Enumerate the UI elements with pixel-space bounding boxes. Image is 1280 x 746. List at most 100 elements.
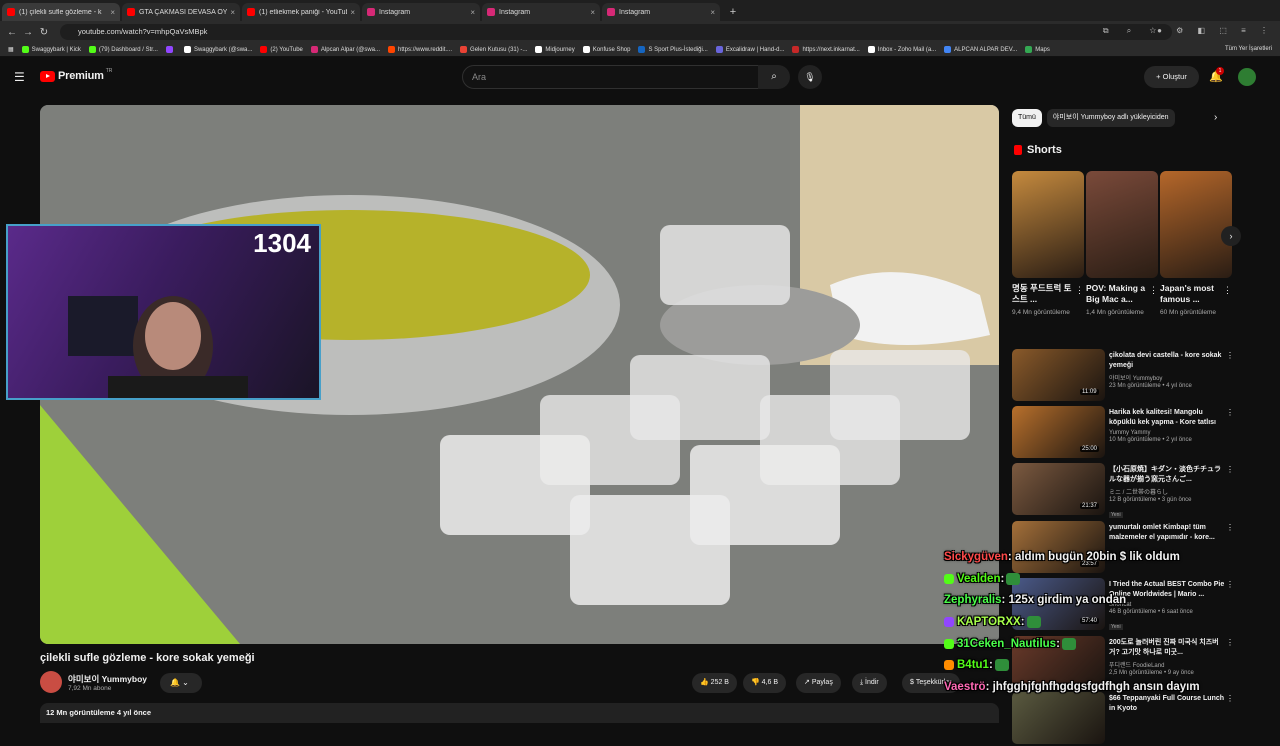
- close-icon[interactable]: ×: [590, 8, 595, 17]
- close-icon[interactable]: ×: [110, 8, 115, 17]
- bookmark-item[interactable]: Alpcan Alpar (@swa...: [310, 46, 380, 53]
- video-thumbnail[interactable]: [1012, 692, 1105, 744]
- bookmark-item[interactable]: https://www.reddit....: [388, 46, 452, 53]
- video-title-link[interactable]: çikolata devi castella - kore sokak yeme…: [1109, 351, 1227, 370]
- bookmark-item[interactable]: Maps: [1025, 46, 1050, 53]
- search-input[interactable]: Ara: [462, 65, 788, 89]
- omnibox-icons[interactable]: ⧉ ⌕ ☆: [1103, 26, 1164, 36]
- video-title-link[interactable]: yumurtalı omlet Kimbap! tüm malzemeler e…: [1109, 523, 1227, 542]
- more-options-icon[interactable]: ⋮: [1223, 285, 1232, 296]
- bookmark-item[interactable]: Gelen Kutusu (31) -...: [460, 46, 527, 53]
- bookmark-item[interactable]: ALPCAN ALPAR DEV...: [944, 46, 1017, 53]
- new-badge: Yeni: [1109, 512, 1123, 518]
- chevron-right-icon[interactable]: ›: [1214, 112, 1217, 123]
- bookmark-item[interactable]: S Sport Plus-İstediği...: [638, 46, 708, 53]
- create-button[interactable]: + Oluştur: [1144, 66, 1199, 88]
- chat-message: Zephyralis: 125x girdim ya ondan: [944, 589, 1280, 611]
- video-meta: 23 Mn görüntüleme • 4 yıl önce: [1109, 383, 1192, 389]
- video-meta: 12 B görüntüleme • 3 gün önce: [1109, 497, 1192, 503]
- bookmark-item[interactable]: Swaggybark (@swa...: [183, 46, 252, 53]
- bookmark-item[interactable]: Excalidraw | Hand-d...: [715, 46, 784, 53]
- all-bookmarks[interactable]: Tüm Yer İşaretleri: [1225, 46, 1272, 52]
- close-icon[interactable]: ×: [230, 8, 235, 17]
- back-icon[interactable]: ←: [4, 27, 20, 38]
- short-title[interactable]: 명동 푸드트럭 토스트 ...: [1012, 283, 1072, 305]
- video-title-link[interactable]: 【小石原焼】キダン・淡色チチュラルな器が揃う窯元さんご...: [1109, 465, 1227, 484]
- browser-tab[interactable]: (1) etliekmek paniği - YouTube ×: [242, 3, 360, 21]
- browser-tab[interactable]: Instagram ×: [602, 3, 720, 21]
- dislike-button[interactable]: 👎 4,6 B: [743, 673, 787, 693]
- shorts-next-icon[interactable]: ›: [1221, 226, 1241, 246]
- video-channel[interactable]: Yummy Yammy: [1109, 430, 1227, 436]
- short-thumbnail[interactable]: [1160, 171, 1232, 278]
- avatar[interactable]: [1238, 68, 1256, 86]
- more-options-icon[interactable]: ⋮: [1226, 351, 1234, 360]
- browser-tab[interactable]: (1) çilekli sufle gözleme - k ×: [2, 3, 120, 21]
- bookmark-icon: [165, 46, 173, 53]
- chat-username: Sickygüven: [944, 550, 1008, 563]
- apps-icon[interactable]: ▦: [8, 46, 14, 53]
- chat-text: :: [988, 659, 993, 672]
- filter-chips: Tümü 야미보이 Yummyboy adlı yükleyiciden: [1012, 109, 1180, 127]
- short-thumbnail[interactable]: [1012, 171, 1084, 278]
- more-options-icon[interactable]: ⋮: [1226, 408, 1234, 417]
- forward-icon[interactable]: →: [20, 27, 36, 38]
- short-title[interactable]: Japan's most famous ...: [1160, 283, 1220, 305]
- create-label: Oluştur: [1162, 72, 1187, 81]
- chat-badge-icon: [944, 573, 954, 584]
- more-options-icon[interactable]: ⋮: [1226, 465, 1234, 474]
- download-button[interactable]: ⤓ İndir: [852, 673, 887, 693]
- short-thumbnail[interactable]: [1086, 171, 1158, 278]
- chat-text: : aldım bugün 20bin $ lik oldum: [1007, 550, 1180, 563]
- extension-icons[interactable]: ● ⚙ ◧ ⬚ ≡ ⋮: [1157, 26, 1274, 35]
- bookmark-item[interactable]: Midjourney: [535, 46, 575, 53]
- bookmark-item[interactable]: (79) Dashboard / Str...: [88, 46, 158, 53]
- short-card[interactable]: 명동 푸드트럭 토스트 ... 9,4 Mn görüntüleme ⋮: [1012, 171, 1084, 317]
- bookmark-item[interactable]: Swaggybark | Kick: [21, 46, 81, 53]
- channel-name[interactable]: 야미보이 Yummyboy: [68, 673, 147, 685]
- subscribed-bell-button[interactable]: 🔔 ⌄: [160, 673, 202, 693]
- close-icon[interactable]: ×: [710, 8, 715, 17]
- more-options-icon[interactable]: ⋮: [1149, 285, 1158, 296]
- bookmark-item[interactable]: [165, 46, 176, 53]
- bookmark-item[interactable]: Konfuse Shop: [582, 46, 631, 53]
- close-icon[interactable]: ×: [350, 8, 355, 17]
- bookmark-item[interactable]: https://next.inkarnat...: [792, 46, 860, 53]
- more-options-icon[interactable]: ⋮: [1226, 523, 1234, 532]
- search-icon[interactable]: ⌕: [758, 65, 790, 89]
- new-tab-icon[interactable]: +: [726, 5, 740, 19]
- video-channel[interactable]: 야미보이 Yummyboy: [1109, 373, 1227, 382]
- share-button[interactable]: ↗ Paylaş: [796, 673, 841, 693]
- related-video[interactable]: $66 Teppanyaki Full Course Lunch in Kyot…: [1012, 692, 1236, 746]
- youtube-logo[interactable]: Premium TR: [40, 68, 112, 82]
- related-video[interactable]: 25:00 Harika kek kalitesi! Mangolu köpükl…: [1012, 406, 1236, 460]
- browser-tab[interactable]: GTA ÇAKMASI DEVASA OYUNU×: [122, 3, 240, 21]
- menu-icon[interactable]: ☰: [14, 70, 25, 84]
- mic-icon[interactable]: 🎙: [798, 65, 822, 89]
- filter-chip[interactable]: 야미보이 Yummyboy adlı yükleyiciden: [1046, 109, 1175, 127]
- more-options-icon[interactable]: ⋮: [1075, 285, 1084, 296]
- chat-text: :: [1000, 572, 1005, 585]
- reload-icon[interactable]: ↻: [36, 27, 52, 38]
- browser-tab[interactable]: Instagram ×: [482, 3, 600, 21]
- bookmark-item[interactable]: Inbox - Zoho Mail (a...: [867, 46, 936, 53]
- like-button[interactable]: 👍 252 B: [692, 673, 737, 693]
- browser-tab[interactable]: Instagram ×: [362, 3, 480, 21]
- channel-avatar[interactable]: [40, 671, 62, 693]
- video-title-link[interactable]: Harika kek kalitesi! Mangolu köpüklü kek…: [1109, 408, 1227, 427]
- filter-chip[interactable]: Tümü: [1012, 109, 1042, 127]
- bookmark-label: S Sport Plus-İstediği...: [648, 46, 708, 53]
- url-field[interactable]: youtube.com/watch?v=mhpQaVsMBpk: [60, 24, 1172, 40]
- short-title[interactable]: POV: Making a Big Mac a...: [1086, 283, 1146, 305]
- description-box[interactable]: 12 Mn görüntüleme 4 yıl önce: [40, 703, 999, 723]
- short-card[interactable]: Japan's most famous ... 60 Mn görüntüleme…: [1160, 171, 1232, 317]
- close-icon[interactable]: ×: [470, 8, 475, 17]
- bookmark-label: Midjourney: [545, 46, 575, 53]
- chat-username: KAPTORXX: [957, 615, 1021, 628]
- short-card[interactable]: POV: Making a Big Mac a... 1,4 Mn görüntü…: [1086, 171, 1158, 317]
- bookmark-item[interactable]: (2) YouTube: [260, 46, 303, 53]
- video-channel[interactable]: ミニ / 二世帯の暮らし: [1109, 487, 1227, 496]
- related-video[interactable]: 21:37 【小石原焼】キダン・淡色チチュラルな器が揃う窯元さんご... ミニ / …: [1012, 463, 1236, 518]
- bookmark-label: Konfuse Shop: [592, 46, 631, 53]
- related-video[interactable]: 11:09 çikolata devi castella - kore sokak…: [1012, 349, 1236, 403]
